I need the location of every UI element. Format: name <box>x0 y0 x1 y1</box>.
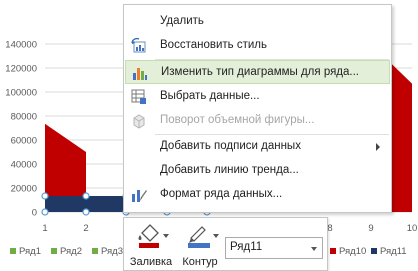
menu-item-label: Изменить тип диаграммы для ряда... <box>161 66 359 78</box>
legend-swatch <box>51 248 57 254</box>
y-tick-label: 120000 <box>5 64 37 75</box>
legend-label: Ряд10 <box>339 245 367 257</box>
legend-item-series1[interactable]: Ряд1 <box>10 245 41 257</box>
menu-item-select-data[interactable]: Выбрать данные... <box>125 85 390 109</box>
legend-label: Ряд3 <box>101 245 123 257</box>
menu-item-label: Поворот объемной фигуры... <box>160 114 315 126</box>
menu-item-change-chart-type[interactable]: Изменить тип диаграммы для ряда... <box>125 60 390 84</box>
y-tick-label: 0 <box>32 208 37 219</box>
select-data-icon <box>131 89 146 104</box>
x-tick-label: 9 <box>368 223 373 234</box>
x-tick-label: 2 <box>83 223 88 234</box>
selection-handle[interactable] <box>41 192 49 200</box>
legend-label: Ряд1 <box>19 245 41 257</box>
menu-item-label: Формат ряда данных... <box>160 188 283 200</box>
y-tick-label: 100000 <box>5 88 37 99</box>
menu-item-label: Восстановить стиль <box>160 39 267 51</box>
pen-icon <box>188 226 219 248</box>
y-tick-label: 80000 <box>11 112 37 123</box>
legend-label: Ряд11 <box>380 245 407 257</box>
y-tick-label: 20000 <box>11 184 37 195</box>
legend-item-series10[interactable]: Ряд10 <box>330 245 366 257</box>
fill-button[interactable]: Заливка <box>126 220 176 270</box>
menu-item-3d-rotation: Поворот объемной фигуры... <box>125 109 390 133</box>
x-tick-label: 1 <box>42 223 47 234</box>
y-axis: 0 20000 40000 60000 80000 100000 120000 140000 <box>5 40 37 219</box>
legend-swatch <box>92 248 98 254</box>
legend-item-series3[interactable]: Ряд3 <box>92 245 123 257</box>
outline-label: Контур <box>182 256 218 268</box>
chevron-down-icon <box>311 247 317 251</box>
menu-item-label: Добавить подписи данных <box>160 140 301 152</box>
format-series-icon <box>132 190 147 202</box>
menu-item-label: Выбрать данные... <box>160 90 260 102</box>
outline-button[interactable]: Контур <box>177 220 223 270</box>
mini-toolbar: Заливка Контур Ряд11 <box>123 217 328 271</box>
menu-item-reset-style[interactable]: Восстановить стиль <box>125 34 390 58</box>
fill-label: Заливка <box>129 256 173 268</box>
legend-item-series11[interactable]: Ряд11 <box>371 245 407 257</box>
menu-item-add-data-labels[interactable]: Добавить подписи данных <box>125 135 390 159</box>
legend-swatch <box>10 248 16 254</box>
series-select-value: Ряд11 <box>230 241 263 253</box>
selection-handle[interactable] <box>82 208 90 216</box>
selection-handle[interactable] <box>41 208 49 216</box>
change-chart-type-icon <box>133 68 147 80</box>
context-menu: Удалить Восстановить стиль Изменить тип … <box>123 4 392 213</box>
legend-swatch <box>371 248 377 254</box>
x-tick-label: 8 <box>327 223 332 234</box>
legend-item-series2[interactable]: Ряд2 <box>51 245 82 257</box>
legend-swatch <box>330 248 336 254</box>
menu-item-format-series[interactable]: Формат ряда данных... <box>125 183 390 207</box>
y-tick-label: 60000 <box>11 136 37 147</box>
3d-rotation-icon <box>133 114 145 129</box>
selection-handle[interactable] <box>82 192 90 200</box>
x-tick-label: 10 <box>407 223 418 234</box>
menu-item-label: Удалить <box>160 15 204 27</box>
menu-item-add-trendline[interactable]: Добавить линию тренда... <box>125 159 390 183</box>
submenu-arrow-icon <box>376 143 380 151</box>
menu-item-label: Добавить линию тренда... <box>160 164 299 176</box>
menu-item-delete[interactable]: Удалить <box>125 10 390 34</box>
series-select[interactable]: Ряд11 <box>225 237 323 259</box>
legend-label: Ряд2 <box>60 245 82 257</box>
y-tick-label: 40000 <box>11 160 37 171</box>
reset-style-icon <box>131 38 146 53</box>
y-tick-label: 140000 <box>5 40 37 51</box>
paint-bucket-icon <box>138 224 169 248</box>
